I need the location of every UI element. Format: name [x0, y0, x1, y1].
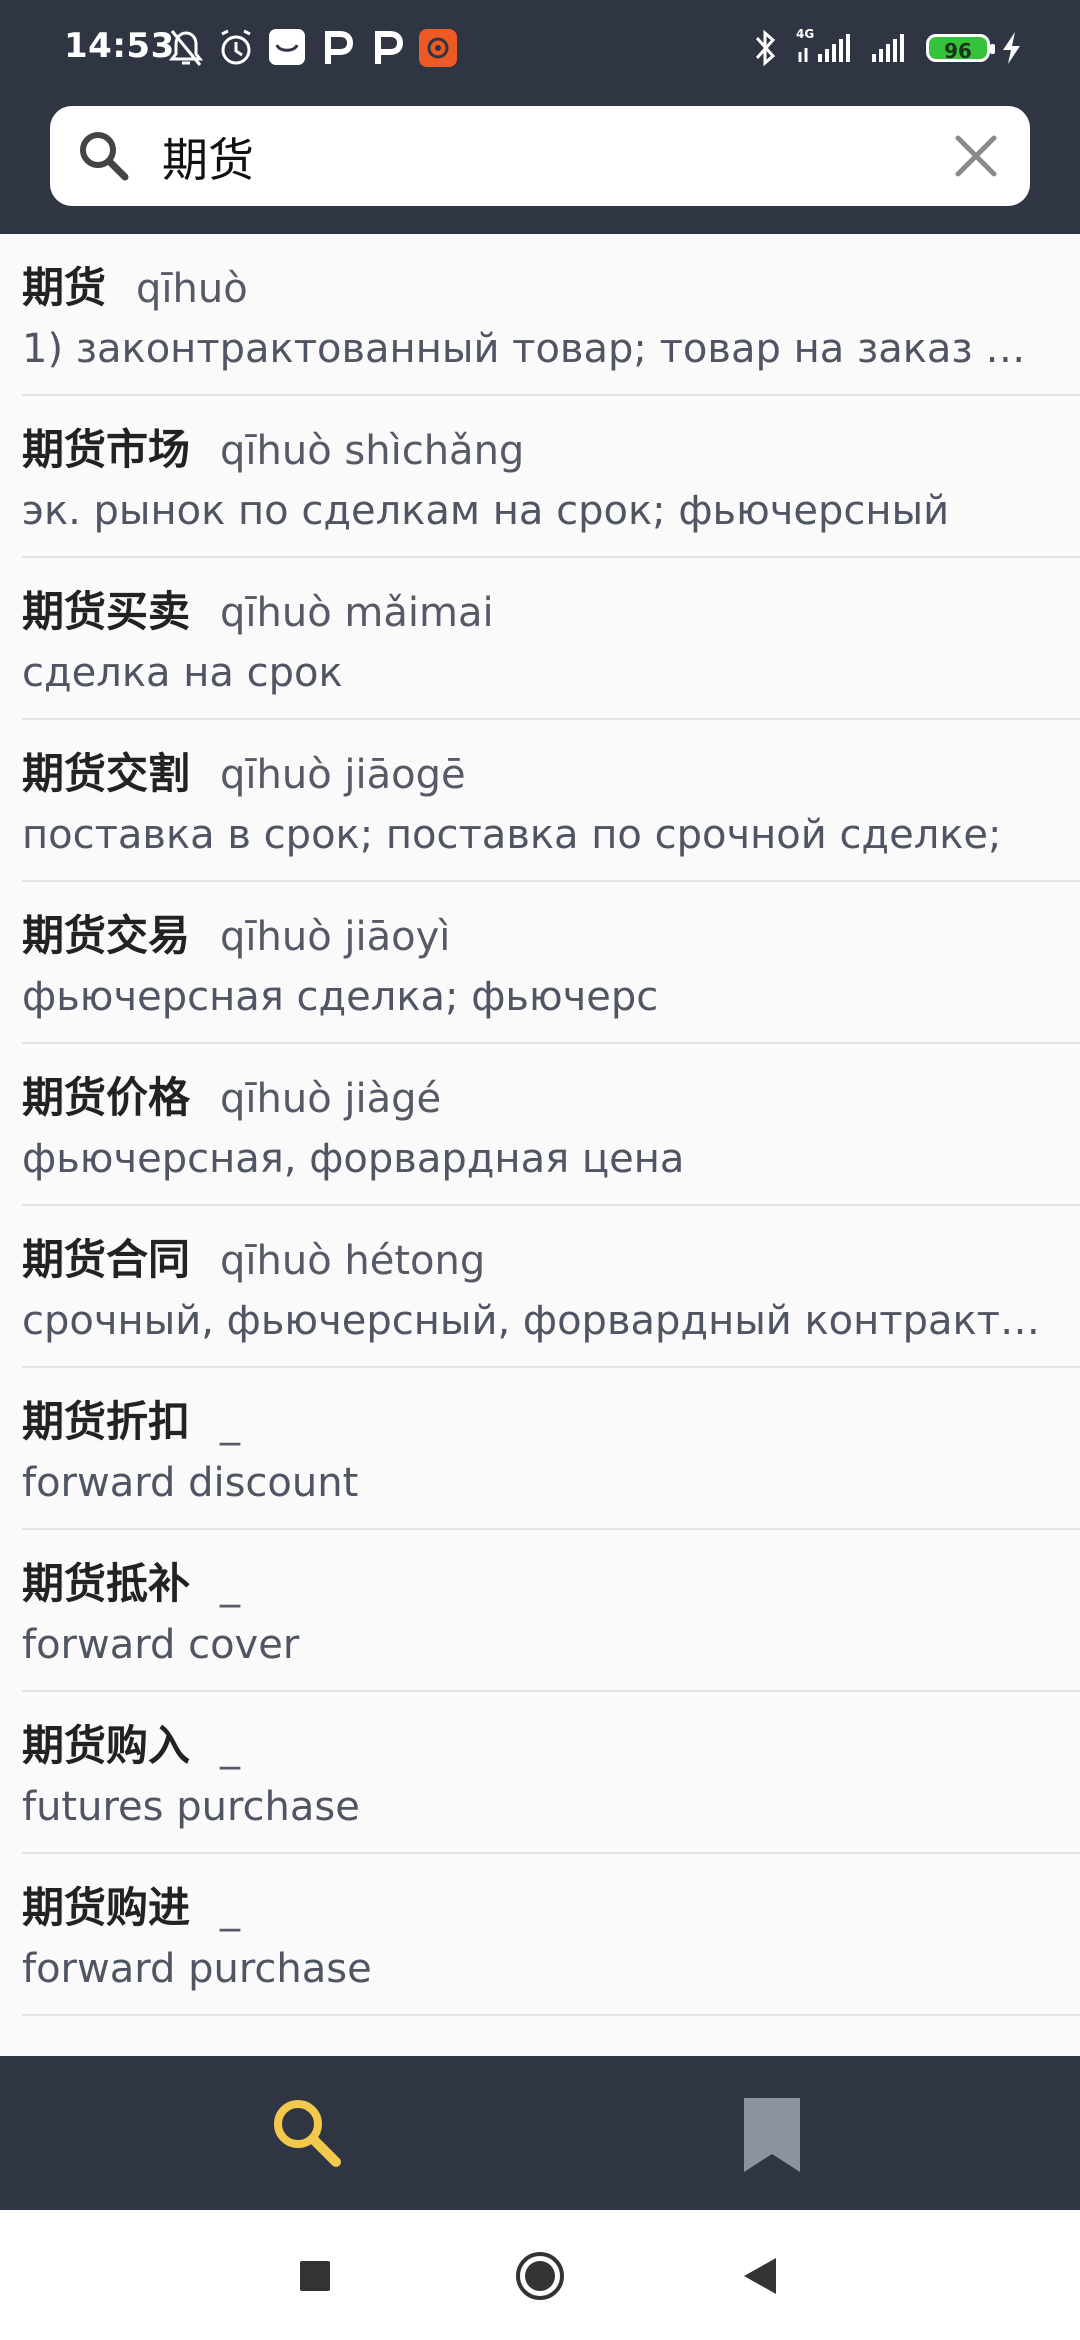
- result-headword: 期货合同: [22, 1235, 191, 1284]
- p-icon: [320, 28, 354, 72]
- result-headword: 期货买卖: [22, 587, 191, 636]
- app-header: 14:53 4G 96 期货: [0, 0, 1080, 234]
- dictionary-search-screen: 14:53 4G 96 期货 期货 qīhuò 1) законтрактова…: [0, 0, 1080, 2340]
- list-item[interactable]: 期货购进 _ forward purchase: [22, 1854, 1080, 2016]
- signal-icon: [868, 26, 912, 70]
- status-time: 14:53: [64, 26, 175, 66]
- result-headword: 期货购进: [22, 1883, 191, 1932]
- result-headword: 期货市场: [22, 425, 191, 474]
- result-pinyin: _: [220, 1562, 241, 1608]
- result-pinyin: qīhuò shìchǎng: [220, 428, 525, 474]
- list-item[interactable]: 期货交易 qīhuò jiāoyì фьючерсная сделка; фьюч…: [22, 882, 1080, 1044]
- nav-bookmarks-button[interactable]: [540, 2056, 1080, 2210]
- search-icon: [274, 2100, 341, 2167]
- list-item[interactable]: 期货 qīhuò 1) законтрактованный товар; това…: [22, 234, 1080, 396]
- list-item[interactable]: 期货买卖 qīhuò mǎimai сделка на срок: [22, 558, 1080, 720]
- result-headword: 期货购入: [22, 1721, 191, 1770]
- result-definition: forward discount: [22, 1460, 359, 1506]
- result-headword: 期货: [22, 263, 107, 312]
- result-headword: 期货交易: [22, 911, 191, 960]
- result-definition: forward purchase: [22, 1946, 372, 1992]
- result-headword: 期货价格: [22, 1073, 191, 1122]
- charging-icon: [1000, 30, 1024, 70]
- result-pinyin: qīhuò: [136, 266, 248, 312]
- app-icon: [268, 28, 306, 70]
- result-pinyin: qīhuò jiàgé: [220, 1076, 442, 1122]
- result-headword: 期货折扣: [22, 1397, 191, 1446]
- signal-icon: 4G: [796, 26, 854, 70]
- result-pinyin: qīhuò mǎimai: [220, 590, 494, 636]
- result-definition: forward cover: [22, 1622, 300, 1668]
- list-item[interactable]: 期货购入 _ futures purchase: [22, 1692, 1080, 1854]
- result-definition: эк. рынок по сделкам на срок; фьючерсный: [22, 488, 950, 534]
- close-icon[interactable]: [950, 130, 1002, 182]
- home-icon[interactable]: [514, 2250, 566, 2302]
- result-definition: futures purchase: [22, 1784, 360, 1830]
- result-definition: поставка в срок; поставка по срочной сде…: [22, 812, 1002, 858]
- search-input[interactable]: [160, 122, 934, 192]
- battery-indicator: 96: [926, 34, 995, 63]
- svg-text:4G: 4G: [796, 27, 814, 41]
- search-bar[interactable]: [50, 106, 1030, 206]
- result-definition: срочный, фьючерсный, форвардный контракт…: [22, 1298, 1040, 1344]
- list-item[interactable]: 期货抵补 _ forward cover: [22, 1530, 1080, 1692]
- bluetooth-icon: [752, 28, 780, 72]
- list-item[interactable]: 期货价格 qīhuò jiàgé фьючерсная, форвардная ц…: [22, 1044, 1080, 1206]
- back-icon[interactable]: [740, 2254, 782, 2298]
- result-pinyin: _: [220, 1886, 241, 1932]
- result-pinyin: qīhuò jiāoyì: [220, 914, 451, 960]
- recent-apps-icon[interactable]: [298, 2259, 332, 2293]
- result-headword: 期货交割: [22, 749, 191, 798]
- list-item[interactable]: 期货市场 qīhuò shìchǎng эк. рынок по сделкам …: [22, 396, 1080, 558]
- search-icon: [76, 128, 132, 184]
- result-pinyin: qīhuò hétong: [220, 1238, 486, 1284]
- result-definition: фьючерсная, форвардная цена: [22, 1136, 685, 1182]
- nav-search-button[interactable]: [0, 2056, 540, 2210]
- result-pinyin: qīhuò jiāogē: [220, 752, 466, 798]
- bottom-navigation: [0, 2056, 1080, 2210]
- result-headword: 期货抵补: [22, 1559, 191, 1608]
- result-definition: фьючерсная сделка; фьючерс: [22, 974, 659, 1020]
- result-definition: сделка на срок: [22, 650, 343, 696]
- p-icon: [370, 28, 404, 72]
- results-list: 期货 qīhuò 1) законтрактованный товар; това…: [0, 234, 1080, 2056]
- status-bar: 14:53 4G 96: [0, 0, 1080, 96]
- system-navigation-bar: [0, 2210, 1080, 2340]
- list-item[interactable]: 期货合同 qīhuò hétong срочный, фьючерсный, фо…: [22, 1206, 1080, 1368]
- bookmark-icon: [744, 2098, 800, 2172]
- recorder-icon: [418, 28, 458, 72]
- list-item[interactable]: 期货折扣 _ forward discount: [22, 1368, 1080, 1530]
- result-definition: 1) законтрактованный товар; товар на зак…: [22, 326, 1040, 372]
- result-pinyin: _: [220, 1724, 241, 1770]
- result-pinyin: _: [220, 1400, 241, 1446]
- list-item[interactable]: 期货交割 qīhuò jiāogē поставка в срок; постав…: [22, 720, 1080, 882]
- bell-off-icon: [168, 28, 204, 72]
- alarm-icon: [216, 28, 256, 72]
